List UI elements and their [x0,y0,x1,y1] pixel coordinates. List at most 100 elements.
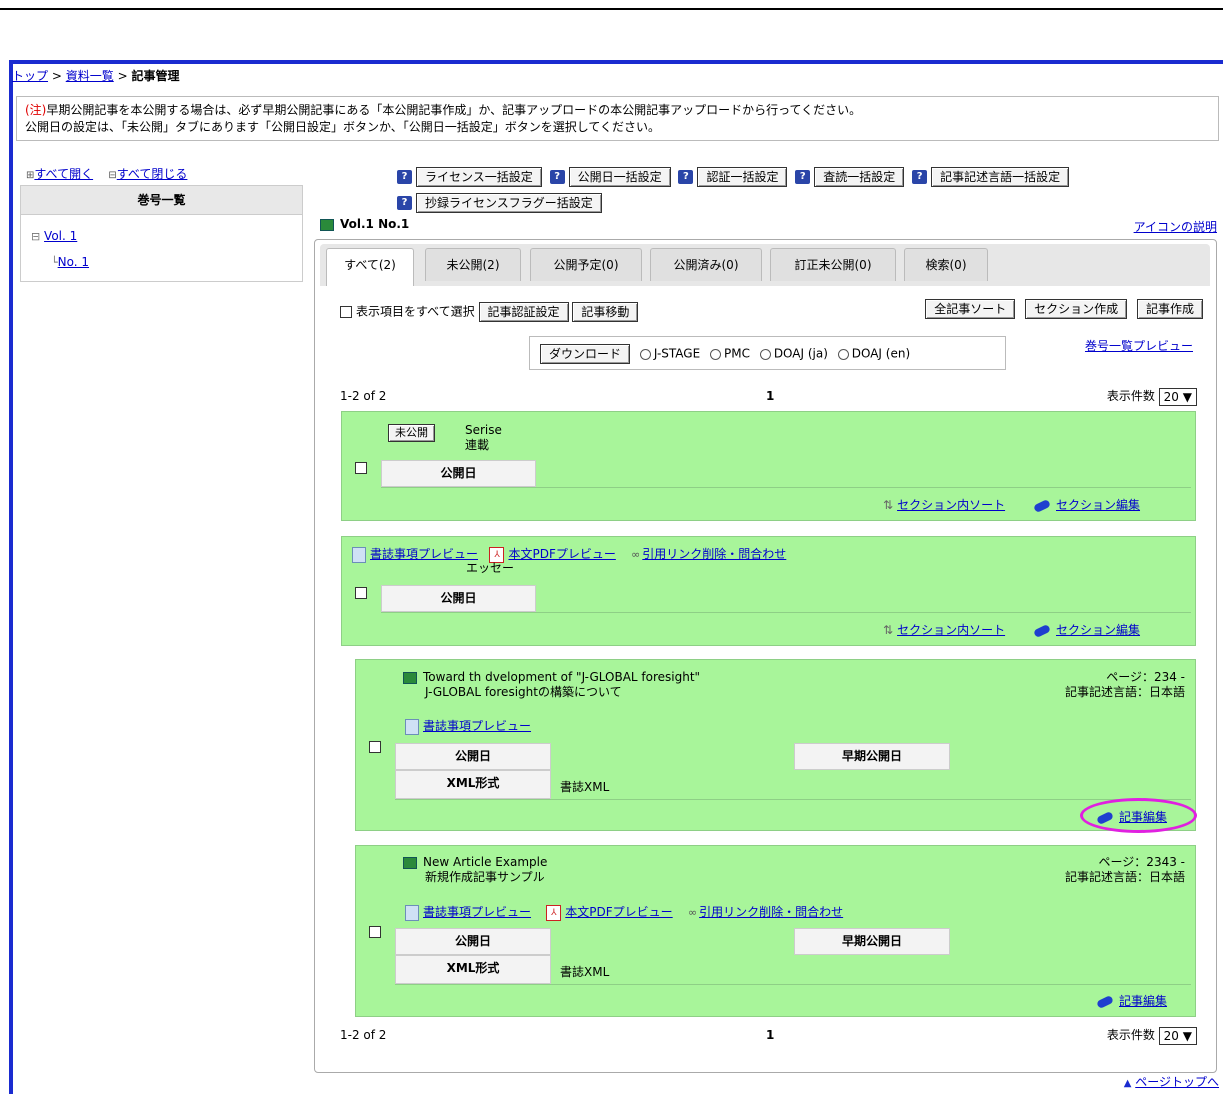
create-section-button[interactable]: セクション作成 [1025,299,1128,319]
per-page-control: 表示件数 20 ▼ [1107,387,1197,406]
row-divider [395,799,1191,800]
link-icon: ∞ [687,906,698,919]
help-icon[interactable]: ? [397,170,412,184]
breadcrumb-list-link[interactable]: 資料一覧 [66,69,114,83]
pubdate-label: 公開日 [381,585,536,612]
sort-all-button[interactable]: 全記事ソート [925,299,1016,319]
section-sort-link[interactable]: セクション内ソート [897,498,1005,512]
section1-title: Serise 連載 [465,423,502,452]
early-pubdate-label: 早期公開日 [794,928,950,955]
document-icon [405,718,419,735]
tree-vol-link[interactable]: Vol. 1 [44,229,77,243]
lang-bulk-button[interactable]: 記事記述言語一括設定 [931,167,1070,187]
radio-pmc[interactable] [710,348,722,360]
tab-published[interactable]: 公開済み(0) [650,248,762,281]
tab-correction[interactable]: 訂正未公開(0) [770,248,896,281]
icon-description-link[interactable]: アイコンの説明 [1134,218,1217,235]
tab-all[interactable]: すべて(2) [326,248,414,286]
row-divider [381,612,1191,613]
pager-current-page: 1 [766,389,775,403]
tab-search[interactable]: 検索(0) [904,248,988,281]
help-icon[interactable]: ? [912,170,928,184]
citation-link[interactable]: 引用リンク削除・問合わせ [642,547,786,561]
citation-link[interactable]: 引用リンク削除・問合わせ [699,905,843,919]
article1-preview: 書誌事項プレビュー [405,717,531,735]
pager-range: 1-2 of 2 [340,389,387,403]
pdf-preview-link[interactable]: 本文PDFプレビュー [508,547,615,561]
abstract-license-bulk-button[interactable]: 抄録ライセンスフラグー括設定 [416,193,602,213]
section1-checkbox[interactable] [355,462,367,474]
radio-doaj-ja[interactable] [759,348,771,360]
tree-no-link[interactable]: No. 1 [58,255,89,269]
move-article-button[interactable]: 記事移動 [572,302,639,322]
biblio-preview-link[interactable]: 書誌事項プレビュー [423,719,531,733]
pubdate-label: 公開日 [395,928,551,955]
section2-sort: ⇅ セクション内ソート [883,621,1005,638]
section2-title: エッセー [466,561,515,575]
article-status-icon [403,671,417,684]
breadcrumb-sep: > [117,69,128,83]
section1-sort: ⇅ セクション内ソート [883,496,1005,513]
help-icon[interactable]: ? [549,170,565,184]
section1-edit: セクション編集 [1033,496,1140,513]
xml-format-value: 書誌XML [560,780,610,794]
review-bulk-button[interactable]: 査読一括設定 [814,167,905,187]
download-button[interactable]: ダウンロード [540,344,631,364]
article-controls: 表示項目をすべて選択 記事認証設定 記事移動 [340,302,639,322]
radio-jstage[interactable] [639,348,651,360]
biblio-preview-link[interactable]: 書誌事項プレビュー [370,547,478,561]
help-icon[interactable]: ? [678,170,694,184]
breadcrumb-top-link[interactable]: トップ [12,69,48,83]
help-icon[interactable]: ? [795,170,811,184]
section2-links: 書誌事項プレビュー ⅄ 本文PDFプレビュー ∞ 引用リンク削除・問合わせ [352,545,786,563]
row-divider [381,487,1191,488]
section-sort-link[interactable]: セクション内ソート [897,623,1005,637]
tree-branch-icon: └ [51,256,58,269]
auth-setting-button[interactable]: 記事認証設定 [478,302,569,322]
section-edit-link[interactable]: セクション編集 [1056,498,1140,512]
section-edit-link[interactable]: セクション編集 [1056,623,1140,637]
per-page-select[interactable]: 20 ▼ [1158,387,1197,406]
notice-line1: 早期公開記事を本公開する場合は、必ず早期公開記事にある「本公開記事作成」か、記事… [46,103,862,117]
pubdate-label: 公開日 [395,743,551,770]
article-edit-link[interactable]: 記事編集 [1119,994,1167,1008]
collapse-all-link[interactable]: すべて閉じる [117,167,188,181]
breadcrumb-sep: > [51,69,62,83]
document-icon [405,904,419,921]
section2-edit: セクション編集 [1033,621,1140,638]
help-icon[interactable]: ? [397,196,412,210]
select-all-label: 表示項目をすべて選択 [356,304,475,319]
section2-checkbox[interactable] [355,587,367,599]
page-top-link[interactable]: ページトップへ [1135,1075,1219,1089]
article2-checkbox[interactable] [369,926,381,938]
select-all-checkbox[interactable] [340,306,352,318]
breadcrumb-current: 記事管理 [131,69,180,83]
expand-all-link[interactable]: すべて開く [34,167,93,181]
tree-controls: ⊞すべて開く ⊟すべて閉じる [26,165,187,182]
volume-list-preview-link[interactable]: 巻号一覧プレビュー [1085,337,1193,354]
early-pubdate-label: 早期公開日 [794,743,950,770]
notice-line2: 公開日の設定は、「未公開」タブにあります「公開日設定」ボタンか、「公開日一括設定… [25,120,661,134]
biblio-preview-link[interactable]: 書誌事項プレビュー [423,905,531,919]
pubdate-label: 公開日 [381,460,536,487]
article1-checkbox[interactable] [369,741,381,753]
status-badge[interactable]: 未公開 [388,424,435,442]
article-edit-link[interactable]: 記事編集 [1119,810,1167,824]
top-divider [0,8,1223,10]
pubdate-bulk-button[interactable]: 公開日一括設定 [568,167,671,187]
license-bulk-button[interactable]: ライセンス一括設定 [416,167,542,187]
create-article-button[interactable]: 記事作成 [1136,299,1203,319]
per-page-select[interactable]: 20 ▼ [1158,1026,1197,1045]
radio-doaj-en[interactable] [837,348,849,360]
article2-edit: 記事編集 [1096,992,1167,1009]
article1-edit: 記事編集 [1096,808,1167,825]
pen-icon [1096,994,1114,1009]
auth-bulk-button[interactable]: 認証一括設定 [697,167,788,187]
collapse-icon: ⊟ [108,170,117,181]
bulk-toolbar: ? ライセンス一括設定 ? 公開日一括設定 ? 認証一括設定 ? 査読一括設定 ? 記事記… [397,167,1073,187]
tab-unpublished[interactable]: 未公開(2) [425,248,521,281]
sort-icon: ⇅ [883,623,894,637]
page-top: ▲ ページトップへ [1124,1073,1219,1090]
pdf-preview-link[interactable]: 本文PDFプレビュー [565,905,672,919]
tab-scheduled[interactable]: 公開予定(0) [530,248,642,281]
